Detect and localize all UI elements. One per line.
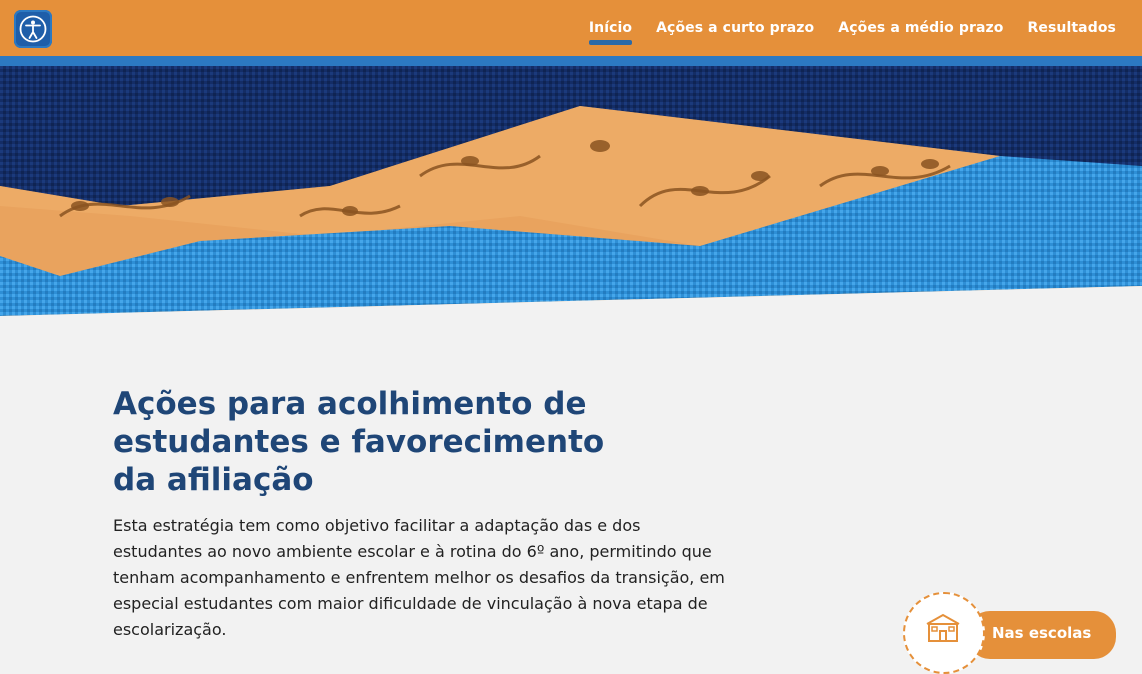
nav-acoes-medio-prazo[interactable]: Ações a médio prazo bbox=[838, 20, 1003, 36]
nav-inicio[interactable]: Início bbox=[588, 20, 633, 45]
header-blue-stripe bbox=[0, 56, 1142, 66]
main-nav: Início Ações a curto prazo Ações a médio… bbox=[588, 0, 1117, 56]
page-title-line-2: estudantes e favorecimento bbox=[113, 424, 605, 460]
intro-section: Ações para acolhimento de estudantes e f… bbox=[113, 385, 753, 643]
accessibility-logo[interactable] bbox=[14, 10, 52, 48]
nav-acoes-curto-prazo[interactable]: Ações a curto prazo bbox=[656, 20, 814, 36]
page-title-line-3: da afiliação bbox=[113, 462, 314, 498]
school-building-icon bbox=[926, 613, 960, 642]
accessibility-person-icon bbox=[19, 15, 47, 43]
fabric-collage-illustration bbox=[0, 66, 1142, 326]
top-navigation-bar: Início Ações a curto prazo Ações a médio… bbox=[0, 0, 1142, 66]
page-title-line-1: Ações para acolhimento de bbox=[113, 386, 587, 422]
school-icon-badge[interactable] bbox=[903, 592, 985, 674]
hero-fabric-banner bbox=[0, 66, 1142, 326]
nas-escolas-button[interactable]: Nas escolas bbox=[968, 611, 1116, 659]
page-title: Ações para acolhimento de estudantes e f… bbox=[113, 385, 753, 499]
nav-resultados[interactable]: Resultados bbox=[1028, 20, 1117, 36]
intro-description: Esta estratégia tem como objetivo facili… bbox=[113, 516, 725, 639]
